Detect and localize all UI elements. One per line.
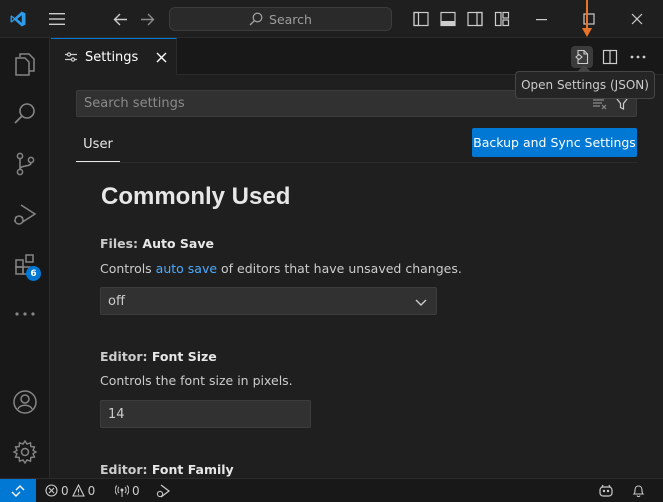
setting-desc-font-size: Controls the font size in pixels. — [100, 373, 293, 388]
tab-label: Settings — [85, 49, 139, 65]
remote-icon — [11, 484, 25, 497]
error-count: 0 — [61, 483, 69, 498]
auto-save-link[interactable]: auto save — [156, 261, 217, 276]
desc-text: Controls — [100, 261, 156, 276]
close-icon[interactable] — [153, 49, 169, 65]
notifications-bell-icon[interactable] — [632, 479, 645, 502]
extensions-icon[interactable]: 6 — [0, 240, 50, 288]
editor-tab-bar: Settings — [51, 38, 663, 75]
scope-divider — [76, 162, 637, 163]
setting-name: Font Family — [151, 462, 234, 477]
search-label: Search — [269, 11, 312, 27]
search-view-icon[interactable] — [0, 90, 50, 138]
backup-sync-button[interactable]: Backup and Sync Settings — [472, 128, 637, 157]
remote-indicator[interactable] — [0, 479, 36, 502]
explorer-icon[interactable] — [0, 40, 50, 88]
auto-save-value: off — [108, 293, 125, 309]
run-debug-status-icon[interactable] — [156, 479, 171, 502]
split-editor-icon[interactable] — [599, 46, 621, 68]
setting-category: Editor: — [100, 349, 152, 364]
section-title: Commonly Used — [101, 183, 291, 210]
annotation-arrow-icon — [582, 0, 592, 37]
search-icon — [249, 12, 263, 26]
setting-category: Files: — [100, 236, 143, 251]
setting-title-font-family: Editor: Font Family — [100, 462, 234, 477]
desc-text: of editors that have unsaved changes. — [217, 261, 462, 276]
problems-indicator[interactable]: 0 0 — [45, 479, 95, 502]
title-bar: Search — [0, 0, 663, 38]
status-bar: 0 0 0 — [0, 478, 663, 502]
more-views-icon[interactable] — [0, 290, 50, 338]
warning-count: 0 — [87, 483, 96, 498]
toggle-panel-icon[interactable] — [438, 9, 458, 29]
back-arrow-icon[interactable] — [110, 9, 130, 29]
toggle-primary-sidebar-icon[interactable] — [411, 9, 431, 29]
source-control-icon[interactable] — [0, 140, 50, 188]
accounts-icon[interactable] — [0, 378, 50, 426]
command-center-search[interactable]: Search — [169, 7, 392, 31]
setting-desc-auto-save: Controls auto save of editors that have … — [100, 261, 462, 276]
warning-icon — [71, 484, 85, 497]
chevron-down-icon — [415, 299, 427, 306]
manage-gear-icon[interactable] — [0, 428, 50, 476]
extensions-badge: 6 — [26, 266, 41, 281]
tab-settings[interactable]: Settings — [51, 38, 177, 75]
activity-bar: 6 — [0, 38, 50, 478]
copilot-icon[interactable] — [598, 479, 614, 502]
tooltip-open-settings-json: Open Settings (JSON) — [515, 71, 655, 99]
forward-arrow-icon[interactable] — [137, 9, 157, 29]
close-window-icon[interactable] — [627, 9, 647, 29]
ports-count: 0 — [132, 483, 140, 498]
setting-category: Editor: — [100, 462, 152, 477]
more-actions-icon[interactable] — [627, 46, 649, 68]
error-icon — [45, 484, 58, 497]
broadcast-icon — [115, 484, 129, 497]
toggle-secondary-sidebar-icon[interactable] — [465, 9, 485, 29]
auto-save-select[interactable]: off — [100, 287, 437, 315]
settings-sliders-icon — [65, 52, 77, 62]
settings-search-placeholder: Search settings — [84, 96, 185, 111]
menu-hamburger-icon[interactable] — [46, 9, 68, 29]
setting-name: Font Size — [151, 349, 217, 364]
ports-indicator[interactable]: 0 — [115, 479, 140, 502]
scope-tab-user[interactable]: User — [76, 134, 120, 162]
customize-layout-icon[interactable] — [492, 9, 512, 29]
setting-title-font-size: Editor: Font Size — [100, 349, 217, 364]
run-and-debug-icon[interactable] — [0, 190, 50, 238]
font-size-input[interactable]: 14 — [100, 400, 311, 428]
setting-title-auto-save: Files: Auto Save — [100, 236, 214, 251]
minimize-window-icon[interactable] — [532, 9, 552, 29]
setting-name: Auto Save — [142, 236, 214, 251]
vscode-logo-icon — [8, 9, 28, 29]
